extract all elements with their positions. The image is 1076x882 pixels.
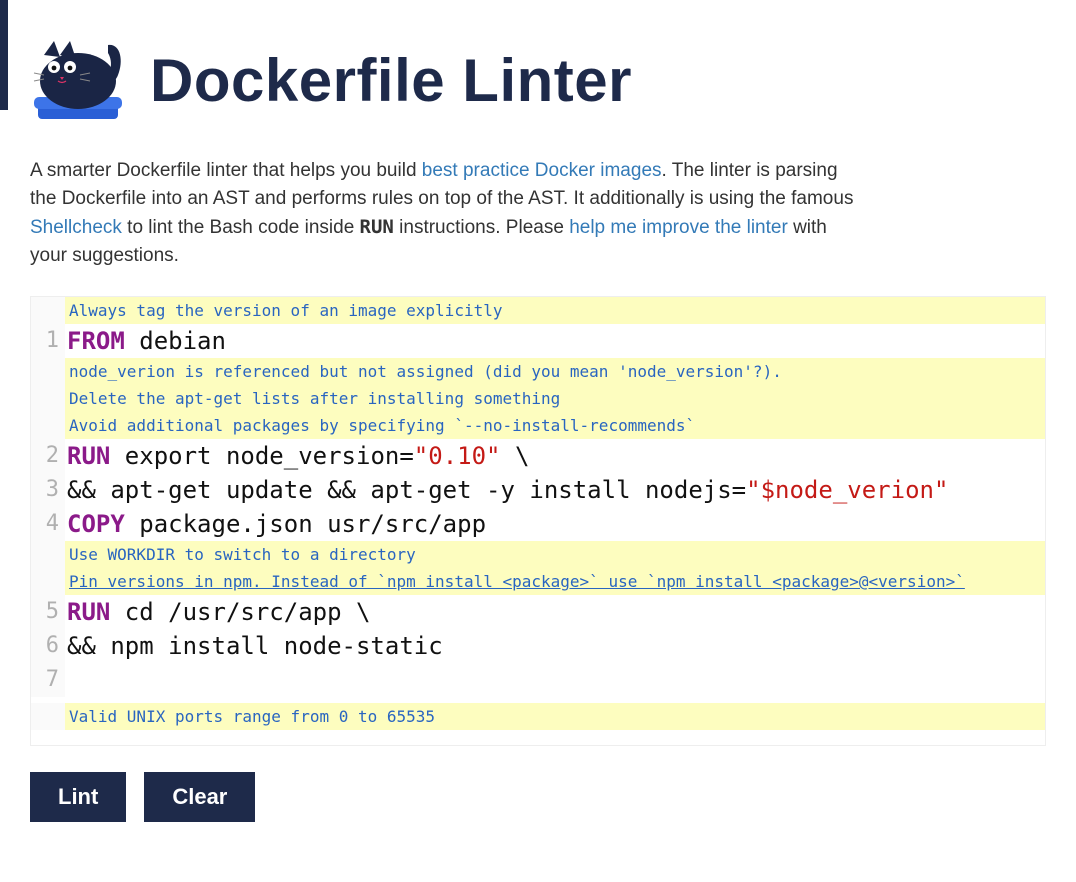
left-accent-stripe — [0, 0, 8, 110]
lint-warning[interactable]: Use WORKDIR to switch to a directory — [65, 541, 1045, 568]
variable-ref: "$node_verion" — [746, 476, 948, 504]
code-text: package.json usr/src/app — [125, 510, 486, 538]
dockerfile-keyword: RUN — [67, 598, 110, 626]
lint-warning-link[interactable]: Pin versions in npm. Instead of `npm ins… — [65, 568, 1045, 595]
code-line[interactable]: 1 FROM debian — [31, 324, 1045, 358]
string-literal: "0.10" — [414, 442, 501, 470]
gutter — [31, 412, 65, 439]
code-content: && npm install node-static — [65, 629, 1045, 663]
intro-text: A smarter Dockerfile linter that helps y… — [30, 160, 422, 181]
lint-warning-row: node_verion is referenced but not assign… — [31, 358, 1045, 385]
page-title: Dockerfile Linter — [150, 46, 632, 115]
gutter — [31, 568, 65, 595]
line-number: 2 — [31, 439, 65, 473]
help-improve-link[interactable]: help me improve the linter — [569, 217, 788, 238]
lint-warning[interactable]: Always tag the version of an image expli… — [65, 297, 1045, 324]
dockerfile-keyword: COPY — [67, 510, 125, 538]
code-line[interactable]: 6 && npm install node-static — [31, 629, 1045, 663]
code-text: debian — [125, 327, 226, 355]
code-content: FROM debian — [65, 324, 1045, 358]
code-line[interactable]: 7 — [31, 663, 1045, 697]
lint-warning-row: Always tag the version of an image expli… — [31, 297, 1045, 324]
clear-button[interactable]: Clear — [144, 772, 255, 822]
lint-button[interactable]: Lint — [30, 772, 126, 822]
intro-paragraph: A smarter Dockerfile linter that helps y… — [30, 157, 860, 270]
lint-warning[interactable]: node_verion is referenced but not assign… — [65, 358, 1045, 385]
gutter — [31, 297, 65, 324]
cat-logo-icon — [30, 35, 130, 125]
code-text: cd /usr/src/app \ — [110, 598, 370, 626]
line-number: 7 — [31, 663, 65, 697]
code-content: RUN cd /usr/src/app \ — [65, 595, 1045, 629]
code-text: && apt-get update && apt-get -y install … — [67, 476, 746, 504]
code-line[interactable]: 2 RUN export node_version="0.10" \ — [31, 439, 1045, 473]
code-line[interactable]: 3 && apt-get update && apt-get -y instal… — [31, 473, 1045, 507]
code-text: \ — [501, 442, 530, 470]
intro-text: to lint the Bash code inside — [122, 217, 360, 238]
code-line[interactable]: 4 COPY package.json usr/src/app — [31, 507, 1045, 541]
gutter — [31, 358, 65, 385]
lint-warning[interactable]: Delete the apt-get lists after installin… — [65, 385, 1045, 412]
dockerfile-keyword: RUN — [67, 442, 110, 470]
code-content: && apt-get update && apt-get -y install … — [65, 473, 1045, 507]
gutter — [31, 541, 65, 568]
code-editor[interactable]: Always tag the version of an image expli… — [31, 297, 1045, 745]
gutter — [31, 703, 65, 730]
lint-warning-row: Pin versions in npm. Instead of `npm ins… — [31, 568, 1045, 595]
best-practice-link[interactable]: best practice Docker images — [422, 160, 662, 181]
lint-warning-row: Avoid additional packages by specifying … — [31, 412, 1045, 439]
intro-text: instructions. Please — [394, 217, 569, 238]
lint-warning-row: Delete the apt-get lists after installin… — [31, 385, 1045, 412]
dockerfile-keyword: FROM — [67, 327, 125, 355]
line-number: 3 — [31, 473, 65, 507]
editor-container: Always tag the version of an image expli… — [30, 296, 1046, 746]
code-content: COPY package.json usr/src/app — [65, 507, 1045, 541]
code-line[interactable]: 5 RUN cd /usr/src/app \ — [31, 595, 1045, 629]
run-keyword: RUN — [360, 216, 394, 238]
line-number: 1 — [31, 324, 65, 358]
lint-warning[interactable]: Avoid additional packages by specifying … — [65, 412, 1045, 439]
header: Dockerfile Linter — [30, 35, 1046, 125]
code-content — [65, 663, 1045, 697]
page-container: Dockerfile Linter A smarter Dockerfile l… — [0, 0, 1076, 862]
gutter — [31, 385, 65, 412]
action-buttons: Lint Clear — [30, 772, 1046, 822]
code-content: RUN export node_version="0.10" \ — [65, 439, 1045, 473]
lint-warning-row: Use WORKDIR to switch to a directory — [31, 541, 1045, 568]
lint-warning[interactable]: Valid UNIX ports range from 0 to 65535 — [65, 703, 1045, 730]
lint-warning-row: Valid UNIX ports range from 0 to 65535 — [31, 703, 1045, 730]
code-text: && npm install node-static — [67, 632, 443, 660]
code-text: export node_version= — [110, 442, 413, 470]
shellcheck-link[interactable]: Shellcheck — [30, 217, 122, 238]
line-number: 6 — [31, 629, 65, 663]
line-number: 4 — [31, 507, 65, 541]
line-number: 5 — [31, 595, 65, 629]
